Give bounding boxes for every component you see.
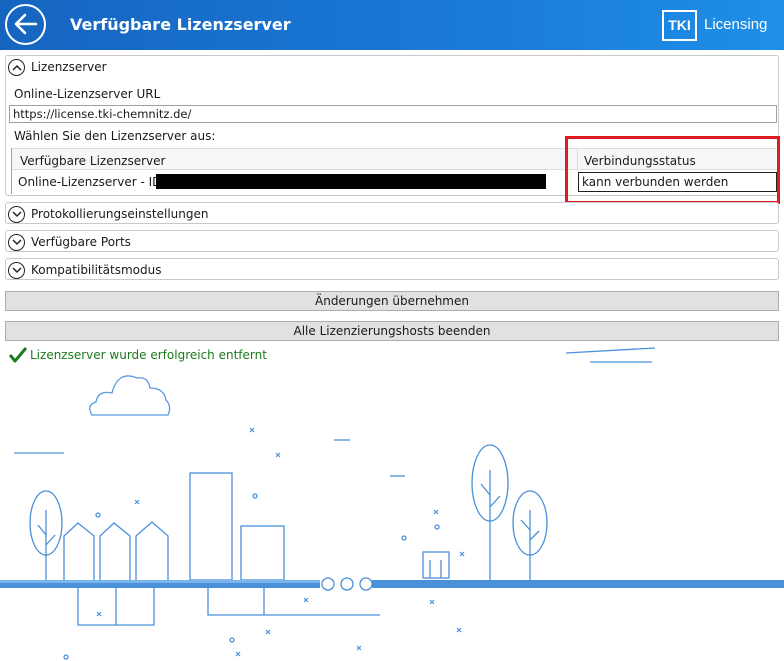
url-input[interactable]: https://license.tki-chemnitz.de/	[9, 105, 777, 123]
page-title: Verfügbare Lizenzserver	[70, 15, 291, 34]
app-header: Verfügbare Lizenzserver TKI Licensing	[0, 0, 784, 50]
apply-button[interactable]: Änderungen übernehmen	[5, 291, 779, 311]
protokoll-panel[interactable]: Protokollierungseinstellungen	[5, 202, 779, 224]
highlight-box	[565, 136, 780, 204]
column-header-server[interactable]: Verfügbare Lizenzserver	[20, 154, 165, 168]
redacted-id	[156, 174, 546, 189]
kompat-panel[interactable]: Kompatibilitätsmodus	[5, 258, 779, 280]
chevron-up-icon[interactable]	[8, 59, 25, 76]
kompat-title: Kompatibilitätsmodus	[31, 263, 162, 277]
back-arrow-icon	[14, 13, 38, 35]
ports-title: Verfügbare Ports	[31, 235, 131, 249]
protokoll-title: Protokollierungseinstellungen	[31, 207, 209, 221]
back-button[interactable]	[5, 4, 46, 45]
chevron-down-icon[interactable]	[8, 234, 25, 251]
lizenzserver-header[interactable]: Lizenzserver	[6, 56, 778, 78]
city-illustration	[0, 347, 784, 660]
tki-logo: TKI	[662, 10, 697, 41]
chevron-down-icon[interactable]	[8, 206, 25, 223]
lizenzserver-title: Lizenzserver	[31, 60, 107, 74]
chevron-down-icon[interactable]	[8, 262, 25, 279]
ports-panel[interactable]: Verfügbare Ports	[5, 230, 779, 252]
stop-all-hosts-button[interactable]: Alle Lizenzierungshosts beenden	[5, 321, 779, 341]
server-name-cell[interactable]: Online-Lizenzserver - ID	[18, 175, 161, 189]
select-server-label: Wählen Sie den Lizenzserver aus:	[14, 129, 216, 143]
logo-text: Licensing	[704, 16, 768, 33]
url-label: Online-Lizenzserver URL	[14, 87, 161, 101]
